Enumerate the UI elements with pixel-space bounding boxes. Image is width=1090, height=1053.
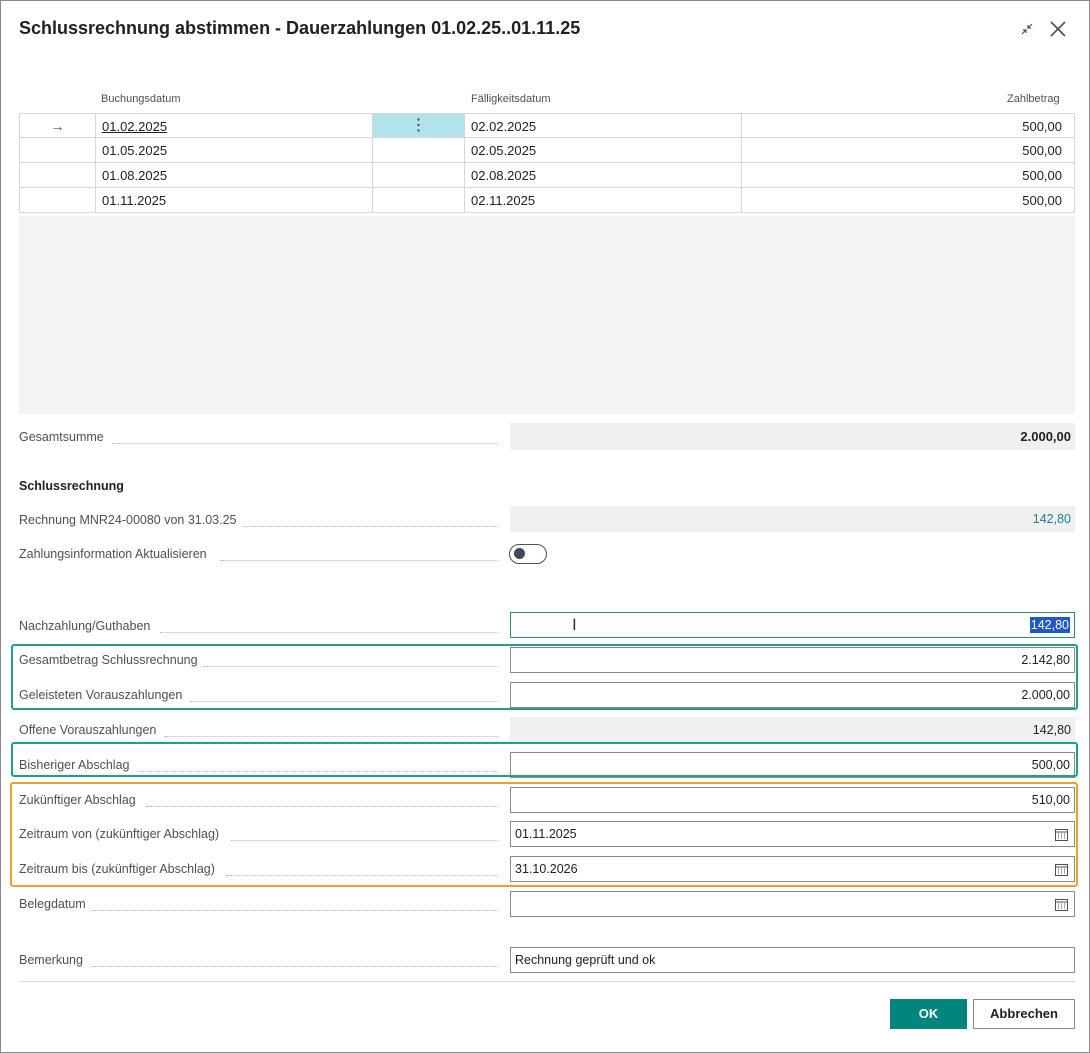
rechnung-label: Rechnung MNR24-00080 von 31.03.25 <box>19 513 237 527</box>
offen-value: 142,80 <box>510 717 1075 743</box>
table-row[interactable]: 01.11.2025 02.11.2025 500,00 <box>19 188 1075 213</box>
bemerkung-label: Bemerkung <box>19 953 83 967</box>
cell-zahlbetrag[interactable]: 500,00 <box>742 188 1075 213</box>
dotted-leader <box>160 632 498 633</box>
dialog-title: Schlussrechnung abstimmen - Dauerzahlung… <box>19 18 581 38</box>
cell-buchungsdatum[interactable]: 01.05.2025 <box>96 138 373 163</box>
current-row-arrow-icon: → <box>19 113 96 138</box>
cell-buchungsdatum[interactable]: 01.11.2025 <box>96 188 373 213</box>
dotted-leader <box>112 443 498 444</box>
bemerkung-input[interactable]: Rechnung geprüft und ok <box>510 947 1075 973</box>
rechnung-value-link[interactable]: 142,80 <box>510 506 1075 532</box>
zahlungsinfo-toggle[interactable] <box>509 544 547 564</box>
table-row[interactable]: 01.05.2025 02.05.2025 500,00 <box>19 138 1075 163</box>
collapse-arrows-icon[interactable] <box>1016 18 1038 40</box>
belegdatum-label: Belegdatum <box>19 897 86 911</box>
total-label: Gesamtsumme <box>19 430 104 444</box>
dotted-leader <box>164 736 498 737</box>
text-cursor-icon: I <box>572 615 577 634</box>
cancel-button[interactable]: Abbrechen <box>973 999 1075 1029</box>
column-header-buchungsdatum[interactable]: Buchungsdatum <box>101 93 181 105</box>
highlight-box-teal <box>11 742 1078 777</box>
cell-zahlbetrag[interactable]: 500,00 <box>742 138 1075 163</box>
footer-divider <box>19 981 1075 982</box>
cell-faelligkeitsdatum[interactable]: 02.11.2025 <box>465 188 742 213</box>
cell-faelligkeitsdatum[interactable]: 02.05.2025 <box>465 138 742 163</box>
dotted-leader <box>92 910 498 911</box>
nachzahlung-label: Nachzahlung/Guthaben <box>19 619 151 633</box>
row-menu-icon[interactable]: ⋮ <box>373 113 465 138</box>
column-header-zahlbetrag[interactable]: Zahlbetrag <box>1007 93 1060 105</box>
column-header-faelligkeitsdatum[interactable]: Fälligkeitsdatum <box>471 93 550 105</box>
dotted-leader <box>92 966 498 967</box>
cell-buchungsdatum[interactable]: 01.02.2025 <box>96 113 373 138</box>
cell-faelligkeitsdatum[interactable]: 02.08.2025 <box>465 163 742 188</box>
cell-zahlbetrag[interactable]: 500,00 <box>742 163 1075 188</box>
row-menu-cell[interactable] <box>373 163 465 188</box>
cell-faelligkeitsdatum[interactable]: 02.02.2025 <box>465 113 742 138</box>
highlight-box-orange <box>10 782 1078 887</box>
nachzahlung-value: 142,80 <box>1029 617 1070 633</box>
grid-empty-area <box>19 216 1075 414</box>
highlight-box-teal <box>11 644 1078 710</box>
section-heading-schlussrechnung: Schlussrechnung <box>19 479 124 493</box>
belegdatum-input[interactable] <box>510 891 1075 917</box>
row-selector[interactable] <box>19 188 96 213</box>
zahlungsinfo-label: Zahlungsinformation Aktualisieren <box>19 547 207 561</box>
dotted-leader <box>220 560 498 561</box>
toggle-knob <box>514 548 525 559</box>
nachzahlung-input[interactable]: 142,80 <box>510 612 1075 638</box>
dotted-leader <box>243 526 498 527</box>
cell-zahlbetrag[interactable]: 500,00 <box>742 113 1075 138</box>
row-menu-cell[interactable] <box>373 138 465 163</box>
cell-buchungsdatum[interactable]: 01.08.2025 <box>96 163 373 188</box>
row-menu-cell[interactable] <box>373 188 465 213</box>
ok-button[interactable]: OK <box>890 999 967 1029</box>
row-selector[interactable] <box>19 163 96 188</box>
calendar-icon[interactable] <box>1055 898 1068 911</box>
table-row[interactable]: → 01.02.2025 ⋮ 02.02.2025 500,00 <box>19 113 1075 138</box>
row-selector[interactable] <box>19 138 96 163</box>
total-value: 2.000,00 <box>510 423 1075 450</box>
table-row[interactable]: 01.08.2025 02.08.2025 500,00 <box>19 163 1075 188</box>
offen-label: Offene Vorauszahlungen <box>19 723 157 737</box>
close-x-icon[interactable] <box>1047 18 1069 40</box>
